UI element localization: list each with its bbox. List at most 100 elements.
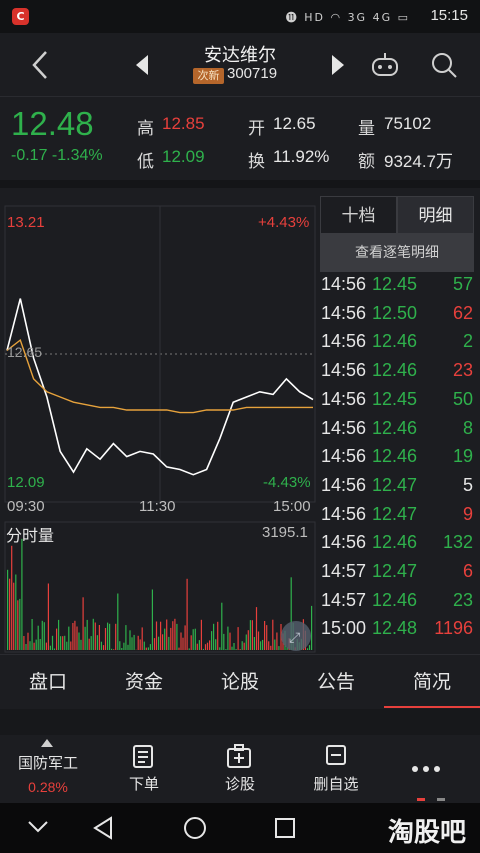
volume-bar (262, 639, 264, 650)
volume-bar (123, 642, 125, 650)
order-label: 下单 (128, 775, 159, 793)
intraday-chart[interactable]: ⤢ (0, 188, 318, 654)
tick-price: 12.46 (372, 360, 418, 381)
volume-bar (308, 645, 311, 650)
tick-volume: 6 (462, 561, 473, 581)
volume-bar (151, 589, 153, 650)
volume-bar (29, 641, 31, 650)
tab-discussion[interactable]: 论股 (192, 655, 288, 710)
volume-bar (204, 644, 207, 650)
volume-bar (270, 645, 272, 650)
volume-bar (257, 631, 260, 650)
volume-bar (33, 642, 35, 650)
amount-label: 额 (358, 152, 375, 172)
current-price: 12.48 (11, 105, 94, 142)
volume-bar (113, 649, 115, 650)
volume-bar (153, 638, 156, 650)
order-button[interactable]: 下单 (96, 735, 192, 803)
volume-bar (92, 618, 94, 650)
volume-title: 分时量 (6, 526, 55, 545)
volume-bar (245, 634, 247, 650)
tick-volume: 19 (452, 446, 473, 467)
volume-bar (174, 618, 176, 650)
volume-bar (164, 628, 166, 650)
diagnose-button[interactable]: 诊股 (192, 735, 445, 803)
volume-bar (311, 605, 313, 650)
search-icon[interactable] (430, 51, 458, 79)
tab-tick-detail[interactable]: 明细 (397, 196, 474, 234)
volume-bar (23, 636, 25, 650)
volume-bar (194, 628, 196, 650)
page-dot-active (417, 798, 425, 801)
tick-row: 15:00 12.48 1196 (320, 618, 474, 647)
volume-bar (155, 621, 158, 650)
volume-bar (43, 622, 45, 650)
volume-bar (39, 639, 41, 650)
volume-bar (149, 644, 151, 650)
volume-bar (278, 646, 280, 650)
volume-bar (47, 583, 49, 650)
tab-order-book[interactable]: 十档 (320, 196, 397, 234)
tick-time: 14:56 (321, 503, 367, 524)
sector-pct: 0.28% (28, 779, 68, 795)
volume-bar (213, 623, 215, 650)
tick-price: 12.47 (372, 561, 418, 581)
volume-bar (188, 648, 190, 650)
tick-time: 14:56 (321, 417, 367, 438)
collapse-nav-icon[interactable] (27, 819, 49, 835)
volume-bar (86, 619, 88, 650)
expand-icon: ⤢ (289, 630, 300, 646)
tick-price: 12.46 (372, 446, 418, 467)
tick-volume: 23 (452, 360, 473, 381)
high-label: 高 (137, 119, 154, 139)
volume-bar (215, 639, 217, 650)
sector-button[interactable]: 国防军工 0.28% (0, 735, 96, 803)
nav-back-icon[interactable] (92, 816, 114, 840)
volume-bar (117, 593, 119, 650)
tick-row: 14:56 12.47 9 (320, 504, 474, 533)
volume-bar (56, 628, 58, 650)
tick-row: 14:56 12.46 2 (320, 331, 474, 360)
volume-bar (227, 626, 229, 650)
remove-watchlist-button[interactable]: 删自选 (288, 735, 384, 803)
volume-bar (17, 600, 19, 650)
tab-capital[interactable]: 资金 (96, 655, 192, 710)
volume-bar (221, 602, 223, 650)
volume-bar (35, 639, 37, 650)
open-label: 开 (248, 119, 265, 139)
volume-bar (96, 635, 98, 650)
volume-bar (127, 644, 129, 650)
tick-volume: 5 (462, 474, 473, 495)
tab-order-panel[interactable]: 盘口 (0, 655, 96, 710)
stock-name: 安达维尔 (204, 45, 276, 66)
nav-home-icon[interactable] (183, 816, 207, 840)
volume-bar (235, 649, 237, 650)
volume-bar (180, 632, 182, 650)
volume-bar (145, 647, 147, 650)
volume-bar (98, 625, 100, 650)
tick-time: 14:56 (321, 532, 367, 553)
view-tick-detail-button[interactable]: 查看逐笔明细 (320, 234, 474, 272)
tick-price: 12.50 (372, 302, 418, 323)
robot-assistant-icon[interactable] (370, 51, 400, 79)
low-label: 低 (137, 152, 154, 172)
volume-bar (107, 622, 109, 650)
volume-bar (184, 625, 186, 650)
price-top-label: 13.21 (7, 214, 45, 231)
nav-recents-icon[interactable] (274, 817, 296, 839)
tab-announcement[interactable]: 公告 (288, 655, 384, 710)
remove-watchlist-label: 删自选 (313, 775, 359, 793)
new-stock-badge: 次新 (193, 68, 224, 84)
tick-time: 14:56 (321, 474, 367, 495)
more-icon[interactable] (411, 765, 441, 773)
volume-bar (139, 639, 141, 650)
next-stock-icon[interactable] (330, 55, 344, 75)
tick-price: 12.48 (372, 618, 418, 639)
volume-bar (276, 632, 278, 650)
tab-overview[interactable]: 简况 (384, 655, 480, 710)
quote-panel: 12.48 -0.17 -1.34% 高 12.85 低 12.09 开 12.… (0, 96, 480, 180)
volume-bar (198, 640, 200, 650)
volume-bar (21, 538, 23, 650)
tick-volume: 50 (452, 388, 473, 409)
volume-bar (31, 619, 33, 650)
